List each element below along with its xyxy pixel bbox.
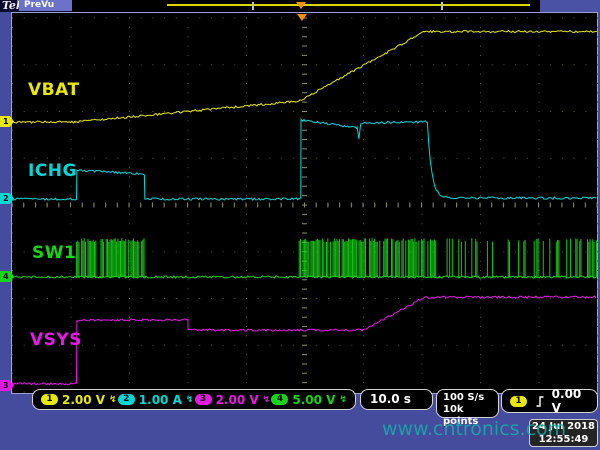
ch4-scale-value: 5.00 V <box>292 393 335 407</box>
channel-scale-readouts: 1 2.00 V ↯ 2 1.00 A ↯ 3 2.00 V ↯ 4 5.00 … <box>32 389 356 410</box>
trigger-source-badge: 1 <box>510 396 527 407</box>
ch3-readout: 3 2.00 V ↯ <box>195 393 271 407</box>
ch3-scale-value: 2.00 V <box>216 393 259 407</box>
ch2-readout: 2 1.00 A ↯ <box>118 393 194 407</box>
acquisition-readout: 100 S/s 10k points <box>436 389 499 418</box>
ch3-number-badge: 3 <box>195 394 212 405</box>
trace-label-vsys: VSYS <box>30 330 82 350</box>
trace-label-vbat: VBAT <box>28 80 80 100</box>
trigger-readout: 1 0.00 V <box>501 389 598 413</box>
ch4-readout: 4 5.00 V ↯ <box>271 393 347 407</box>
ch1-scale-value: 2.00 V <box>62 393 105 407</box>
watermark-text: www.cntronics.com <box>382 418 566 440</box>
ch2-scale-value: 1.00 A <box>139 393 182 407</box>
ch4-number-badge: 4 <box>271 394 288 405</box>
trace-label-ichg: ICHG <box>28 161 77 181</box>
ch2-coupling-icon: ↯ <box>186 395 194 405</box>
rising-edge-icon <box>535 395 544 408</box>
ch1-coupling-icon: ↯ <box>109 395 117 405</box>
scope-canvas <box>0 0 600 450</box>
ch1-readout: 1 2.00 V ↯ <box>41 393 117 407</box>
oscilloscope-screen: Tek PreVu VBAT ICHG SW1 VSYS 1 2 4 3 1 2… <box>0 0 600 450</box>
ch3-coupling-icon: ↯ <box>263 395 271 405</box>
trigger-level-value: 0.00 V <box>552 387 589 415</box>
trace-label-sw1: SW1 <box>32 243 76 263</box>
ch1-number-badge: 1 <box>41 394 58 405</box>
ch2-number-badge: 2 <box>118 394 135 405</box>
sample-rate: 100 S/s <box>443 392 498 404</box>
timebase-readout: 10.0 s <box>360 389 433 410</box>
ch4-coupling-icon: ↯ <box>339 395 347 405</box>
